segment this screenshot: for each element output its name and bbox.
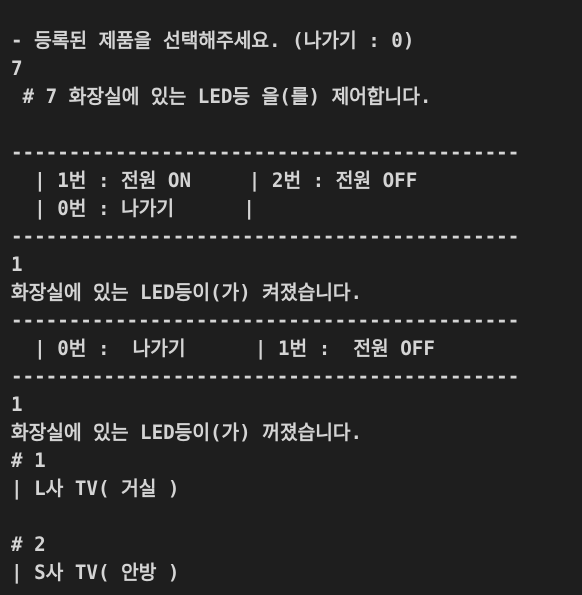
user-input-line: 7 <box>11 57 23 80</box>
control-header-line: # 7 화장실에 있는 LED등 을(를) 제어합니다. <box>11 85 432 108</box>
menu-line-exit: | 0번 : 나가기 | <box>11 197 255 220</box>
prompt-select-product: - 등록된 제품을 선택해주세요. (나가기 : 0) <box>11 29 415 52</box>
user-input-line: 1 <box>11 253 23 276</box>
device-info-line: | S사 TV( 안방 ) <box>11 561 180 584</box>
menu-line-power: | 1번 : 전원 ON | 2번 : 전원 OFF <box>11 169 418 192</box>
status-message-line: 화장실에 있는 LED등이(가) 꺼졌습니다. <box>11 421 363 444</box>
separator-line: ----------------------------------------… <box>11 141 520 164</box>
terminal-output: - 등록된 제품을 선택해주세요. (나가기 : 0) 7 # 7 화장실에 있… <box>0 0 582 595</box>
separator-line: ----------------------------------------… <box>11 365 520 388</box>
device-info-line: | L사 TV( 거실 ) <box>11 477 180 500</box>
separator-line: ----------------------------------------… <box>11 309 520 332</box>
menu-line-options: | 0번 : 나가기 | 1번 : 전원 OFF <box>11 337 435 360</box>
device-number-line: # 2 <box>11 533 46 556</box>
user-input-line: 1 <box>11 393 23 416</box>
separator-line: ----------------------------------------… <box>11 225 520 248</box>
device-number-line: # 1 <box>11 449 46 472</box>
status-message-line: 화장실에 있는 LED등이(가) 켜졌습니다. <box>11 281 363 304</box>
